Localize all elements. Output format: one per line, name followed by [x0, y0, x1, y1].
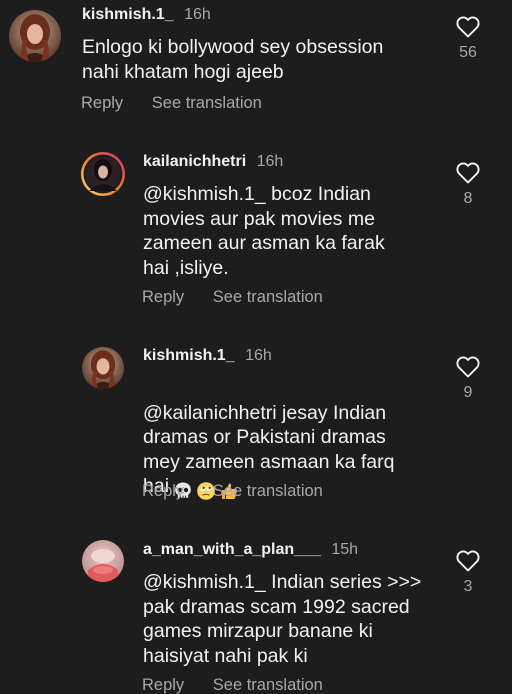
like-count: 9	[463, 384, 473, 401]
comment-item: kailanichhetri 16h @kishmish.1_ bcoz Ind…	[0, 140, 512, 330]
comment-text: @kishmish.1_ Indian series >>> pak drama…	[143, 571, 422, 667]
comment-username[interactable]: kailanichhetri	[143, 153, 246, 170]
avatar[interactable]	[82, 347, 124, 389]
see-translation-button[interactable]: See translation	[213, 288, 323, 306]
heart-outline-icon[interactable]	[456, 550, 480, 572]
comment-timestamp: 16h	[245, 347, 272, 364]
profile-photo-icon	[82, 347, 124, 389]
heart-outline-icon[interactable]	[456, 356, 480, 378]
profile-photo-icon	[9, 10, 61, 62]
see-translation-button[interactable]: See translation	[213, 676, 323, 694]
reply-button[interactable]: Reply	[142, 482, 184, 500]
reply-button[interactable]: Reply	[142, 288, 184, 306]
comment-text: @kishmish.1_ bcoz Indian movies aur pak …	[143, 183, 385, 279]
comment-timestamp: 16h	[184, 6, 211, 23]
comment-username[interactable]: kishmish.1_	[143, 347, 235, 364]
avatar[interactable]	[9, 10, 61, 62]
avatar[interactable]	[82, 540, 124, 582]
heart-outline-icon[interactable]	[456, 16, 480, 38]
avatar[interactable]	[80, 151, 126, 197]
comment-text: Enlogo ki bollywood sey obsession nahi k…	[82, 36, 384, 83]
like-control: 56	[451, 16, 485, 62]
comment-username[interactable]: kishmish.1_	[82, 6, 174, 23]
comment-item: kishmish.1_ 16h Enlogo ki bollywood sey …	[0, 0, 512, 130]
comment-item: kishmish.1_ 16h @kailanichhetri jesay In…	[0, 335, 512, 525]
see-translation-button[interactable]: See translation	[152, 94, 262, 112]
heart-outline-icon[interactable]	[456, 162, 480, 184]
comment-item: a_man_with_a_plan___ 15h @kishmish.1_ In…	[0, 530, 512, 694]
like-control: 8	[451, 162, 485, 208]
comment-timestamp: 16h	[256, 153, 284, 170]
see-translation-button[interactable]: See translation	[213, 482, 323, 500]
like-count: 56	[459, 44, 477, 61]
comments-screen: kishmish.1_ 16h Enlogo ki bollywood sey …	[0, 0, 512, 694]
like-count: 8	[463, 190, 473, 207]
profile-photo-icon	[81, 152, 125, 196]
like-count: 3	[463, 578, 473, 595]
reply-button[interactable]: Reply	[142, 676, 184, 694]
reply-button[interactable]: Reply	[81, 94, 123, 112]
comment-username[interactable]: a_man_with_a_plan___	[143, 541, 321, 558]
profile-photo-icon	[82, 540, 124, 582]
comment-timestamp: 15h	[331, 541, 359, 558]
like-control: 3	[451, 550, 485, 596]
like-control: 9	[451, 356, 485, 402]
